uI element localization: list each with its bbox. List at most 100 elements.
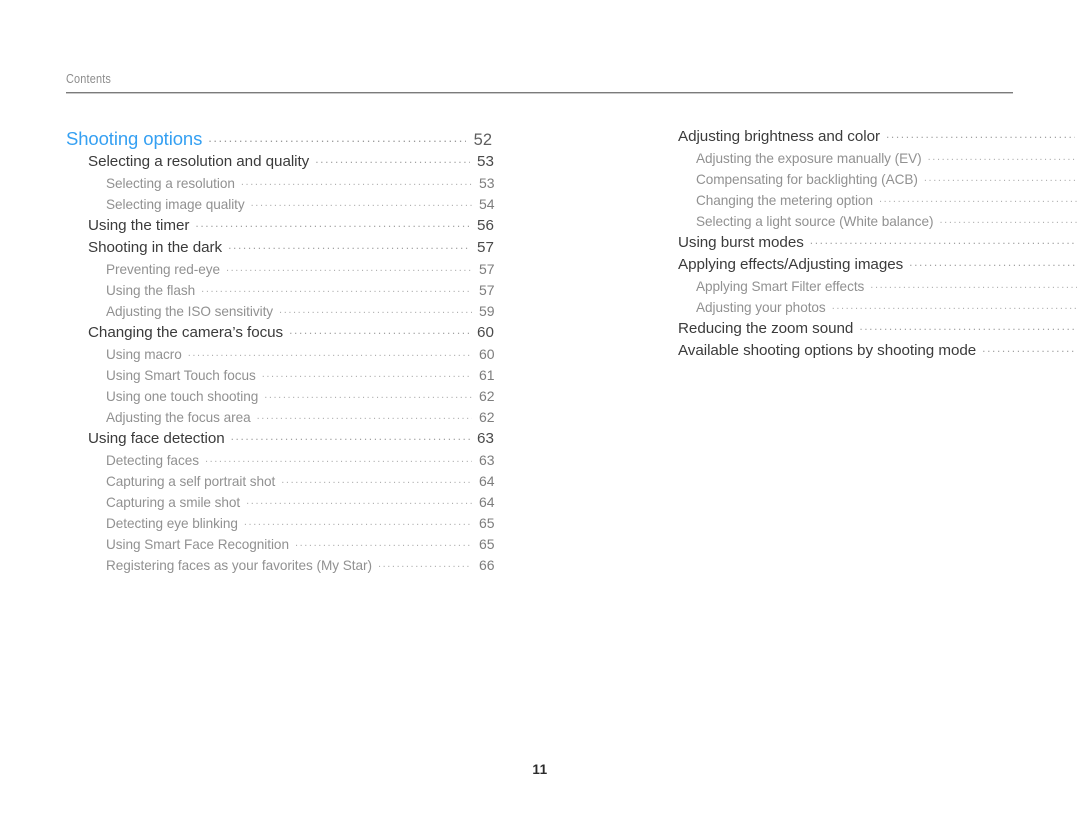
toc-entry-page-number: 52 <box>473 131 492 149</box>
toc-dot-leader <box>940 215 1077 226</box>
toc-entry-page-number: 57 <box>477 239 494 256</box>
toc-column-right: Adjusting brightness and color68Adjustin… <box>654 128 1080 578</box>
toc-entry[interactable]: Detecting faces 63 <box>106 452 495 473</box>
toc-entry-title: Capturing a self portrait shot <box>106 474 276 489</box>
toc-entry-page-number: 72 <box>1075 234 1080 251</box>
toc-entry[interactable]: Adjusting the exposure manually (EV)68 <box>696 150 1080 171</box>
toc-entry-page-number: 78 <box>1075 342 1080 359</box>
toc-entry-title: Using the timer <box>88 217 190 234</box>
toc-entry-title: Registering faces as your favorites (My … <box>106 558 372 573</box>
toc-entry[interactable]: Capturing a self portrait shot 64 <box>106 473 495 494</box>
toc-entry[interactable]: Capturing a smile shot 64 <box>106 494 495 515</box>
toc-entry-title: Shooting in the dark <box>88 239 223 256</box>
toc-dot-leader <box>859 321 1075 333</box>
toc-entry[interactable]: Shooting options 52 <box>66 128 492 153</box>
toc-entry[interactable]: Adjusting brightness and color 68 <box>678 128 1080 150</box>
toc-dot-leader <box>195 218 470 230</box>
toc-entry[interactable]: Applying Smart Filter effects73 <box>696 278 1080 299</box>
toc-dot-leader <box>262 369 472 380</box>
toc-entry-page-number: 53 <box>477 153 494 170</box>
table-of-contents: Shooting options 52 Selecting a resolution… <box>0 128 1080 578</box>
toc-entry-title: Selecting a light source (White balance) <box>696 214 934 229</box>
toc-entry[interactable]: Changing the metering option69 <box>696 192 1080 213</box>
toc-entry-title: Reducing the zoom sound <box>678 320 854 337</box>
toc-dot-leader <box>281 475 472 486</box>
toc-entry-page-number: 64 <box>479 473 495 489</box>
toc-entry-title: Adjusting the focus area <box>106 410 251 425</box>
toc-entry-title: Adjusting brightness and color <box>678 128 880 145</box>
toc-entry-page-number: 77 <box>1075 320 1080 337</box>
toc-entry-title: Detecting eye blinking <box>106 516 238 531</box>
toc-entry-page-number: 61 <box>479 367 495 383</box>
toc-entry-title: Capturing a smile shot <box>106 495 241 510</box>
toc-entry[interactable]: Registering faces as your favorites (My … <box>106 557 495 578</box>
toc-entry[interactable]: Selecting a light source (White balance)… <box>696 213 1080 234</box>
toc-entry-page-number: 60 <box>479 346 495 362</box>
toc-entry-title: Using the flash <box>106 283 196 298</box>
toc-dot-leader <box>264 390 472 401</box>
toc-entry[interactable]: Using burst modes 72 <box>678 234 1080 256</box>
toc-dot-leader <box>909 257 1075 269</box>
toc-entry-title: Using one touch shooting <box>106 389 259 404</box>
toc-entry-title: Changing the camera’s focus <box>88 324 284 341</box>
toc-entry[interactable]: Using the flash 57 <box>106 282 495 303</box>
toc-entry[interactable]: Using one touch shooting 62 <box>106 388 495 409</box>
toc-dot-leader <box>886 129 1075 141</box>
toc-dot-leader <box>257 411 472 422</box>
toc-dot-leader <box>205 454 472 465</box>
toc-dot-leader <box>208 132 466 145</box>
toc-dot-leader <box>226 263 472 274</box>
toc-entry-page-number: 56 <box>477 217 494 234</box>
toc-entry[interactable]: Selecting a resolution 53 <box>106 175 495 196</box>
toc-entry[interactable]: Available shooting options by shooting m… <box>678 342 1080 364</box>
toc-entry[interactable]: Using Smart Touch focus 61 <box>106 367 495 388</box>
toc-dot-leader <box>982 343 1075 355</box>
toc-entry[interactable]: Using Smart Face Recognition 65 <box>106 536 495 557</box>
page-number: 11 <box>532 762 548 777</box>
toc-entry[interactable]: Changing the camera’s focus 60 <box>88 324 494 346</box>
toc-entry[interactable]: Detecting eye blinking 65 <box>106 515 495 536</box>
toc-entry[interactable]: Selecting a resolution and quality 53 <box>88 153 494 175</box>
toc-entry[interactable]: Adjusting the focus area 62 <box>106 409 495 430</box>
toc-dot-leader <box>251 198 472 209</box>
toc-dot-leader <box>246 496 472 507</box>
toc-entry[interactable]: Adjusting your photos76 <box>696 299 1080 320</box>
toc-entry[interactable]: Applying effects/Adjusting images 73 <box>678 256 1080 278</box>
toc-entry[interactable]: Using macro 60 <box>106 346 495 367</box>
toc-dot-leader <box>924 173 1077 184</box>
toc-entry[interactable]: Shooting in the dark 57 <box>88 239 494 261</box>
toc-entry-title: Using macro <box>106 347 182 362</box>
toc-entry-title: Selecting image quality <box>106 197 245 212</box>
running-header: Contents <box>66 70 1013 88</box>
toc-entry-page-number: 53 <box>479 175 495 191</box>
toc-entry[interactable]: Selecting image quality 54 <box>106 196 495 217</box>
toc-entry-title: Selecting a resolution and quality <box>88 153 310 170</box>
toc-entry[interactable]: Adjusting the ISO sensitivity 59 <box>106 303 495 324</box>
toc-entry-title: Using Smart Touch focus <box>106 368 256 383</box>
toc-entry[interactable]: Preventing red-eye 57 <box>106 261 495 282</box>
toc-entry-page-number: 68 <box>1075 128 1080 145</box>
header-divider <box>66 92 1013 94</box>
toc-entry-page-number: 59 <box>479 303 495 319</box>
toc-entry-page-number: 64 <box>479 494 495 510</box>
toc-entry-list-left: Shooting options 52 Selecting a resolution… <box>66 128 495 578</box>
toc-entry-page-number: 73 <box>1075 256 1080 273</box>
toc-entry[interactable]: Compensating for backlighting (ACB)69 <box>696 171 1080 192</box>
toc-entry[interactable]: Using face detection 63 <box>88 430 494 452</box>
toc-dot-leader <box>870 280 1077 291</box>
toc-dot-leader <box>289 325 470 337</box>
toc-dot-leader <box>188 348 472 359</box>
toc-entry-title: Preventing red-eye <box>106 262 220 277</box>
running-header-label: Contents <box>66 71 112 86</box>
toc-entry-title: Compensating for backlighting (ACB) <box>696 172 918 187</box>
toc-entry[interactable]: Reducing the zoom sound 77 <box>678 320 1080 342</box>
toc-entry[interactable]: Using the timer 56 <box>88 217 494 239</box>
toc-entry-title: Adjusting the ISO sensitivity <box>106 304 274 319</box>
toc-entry-page-number: 65 <box>479 536 495 552</box>
toc-entry-title: Changing the metering option <box>696 193 873 208</box>
toc-dot-leader <box>832 301 1077 312</box>
toc-entry-page-number: 62 <box>479 409 495 425</box>
toc-dot-leader <box>810 235 1075 247</box>
toc-entry-title: Available shooting options by shooting m… <box>678 342 977 359</box>
toc-entry-title: Using burst modes <box>678 234 804 251</box>
